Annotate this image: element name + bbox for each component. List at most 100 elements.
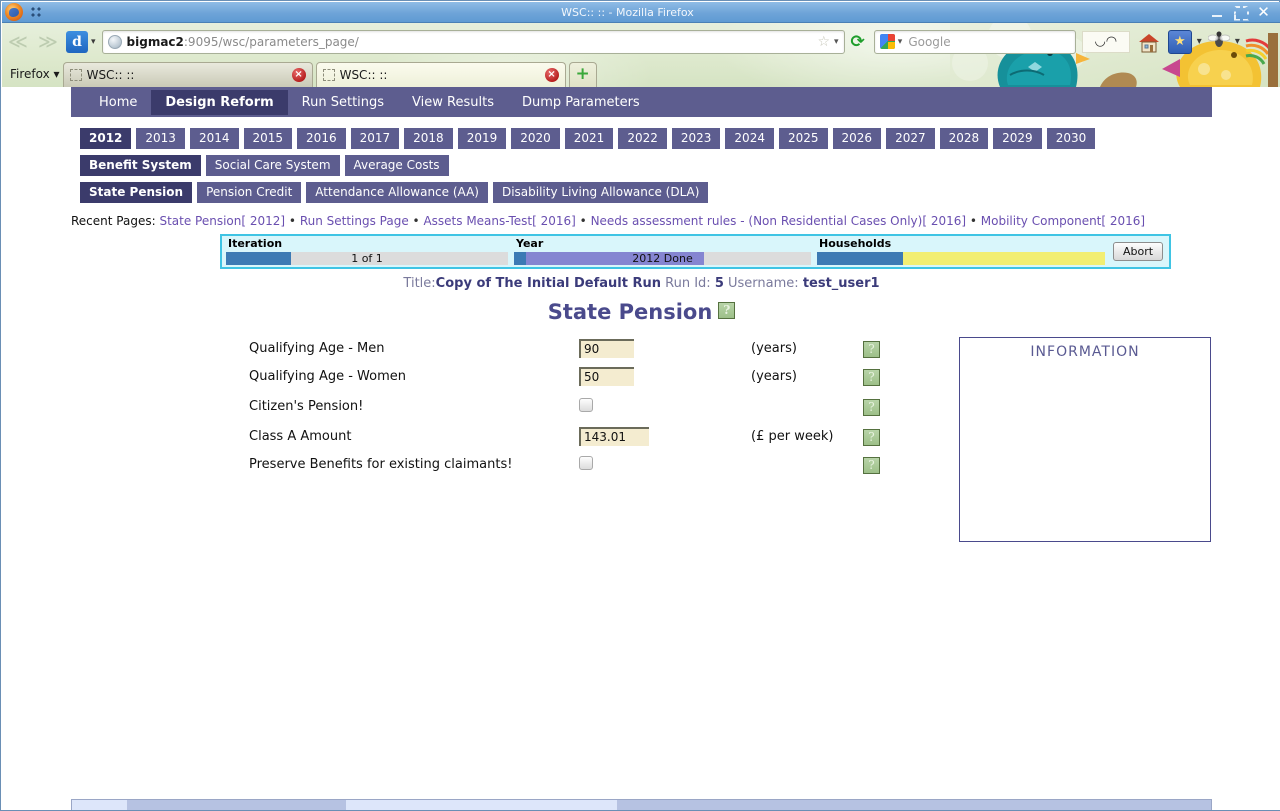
parameter-field	[579, 426, 751, 446]
parameter-input[interactable]	[579, 339, 634, 358]
benefit-tab-attendance-allowance-aa[interactable]: Attendance Allowance (AA)	[306, 182, 488, 203]
progress-households-fill	[817, 252, 903, 265]
year-tab-2028[interactable]: 2028	[940, 128, 989, 149]
year-tab-2012[interactable]: 2012	[80, 128, 131, 149]
help-icon[interactable]: ?	[863, 341, 880, 358]
site-identity-icon[interactable]: d	[66, 31, 88, 53]
search-bar[interactable]: ▾ Google	[874, 30, 1076, 54]
parameter-checkbox[interactable]	[579, 456, 593, 470]
tab-favicon	[70, 69, 82, 81]
chevron-down-icon[interactable]: ▾	[1235, 36, 1240, 47]
tab-close-icon[interactable]: ×	[292, 68, 306, 82]
run-id-label: Run Id:	[665, 276, 711, 291]
benefit-tab-pension-credit[interactable]: Pension Credit	[197, 182, 301, 203]
search-input[interactable]: Google	[908, 35, 950, 49]
year-tab-2019[interactable]: 2019	[458, 128, 507, 149]
navigation-toolbar: ≪ ≫ d ▾ bigmac2:9095/wsc/parameters_page…	[2, 26, 1280, 57]
run-info-line: Title:Copy of The Initial Default Run Ru…	[71, 276, 1212, 291]
recent-page-link[interactable]: State Pension[ 2012]	[159, 214, 285, 228]
nav-item-view-results[interactable]: View Results	[398, 90, 508, 115]
year-tab-2025[interactable]: 2025	[779, 128, 828, 149]
recent-page-link[interactable]: Mobility Component[ 2016]	[981, 214, 1145, 228]
year-tab-2013[interactable]: 2013	[136, 128, 185, 149]
parameter-checkbox[interactable]	[579, 398, 593, 412]
parameter-label: Qualifying Age - Women	[249, 369, 579, 384]
minimize-icon[interactable]	[1211, 6, 1224, 19]
recent-pages: Recent Pages: State Pension[ 2012] • Run…	[71, 214, 1212, 228]
bookmarks-icon[interactable]: ★	[1168, 30, 1192, 54]
year-tab-2029[interactable]: 2029	[993, 128, 1042, 149]
nav-item-run-settings[interactable]: Run Settings	[288, 90, 398, 115]
year-tab-2024[interactable]: 2024	[725, 128, 774, 149]
help-icon[interactable]: ?	[863, 429, 880, 446]
window-buttons: ✕	[1211, 6, 1270, 19]
browser-tab-2[interactable]: WSC:: :: ×	[316, 62, 566, 87]
parameter-help-cell: ?	[863, 397, 893, 416]
parameter-field	[579, 397, 751, 416]
chevron-down-icon[interactable]: ▾	[898, 37, 903, 47]
recent-page-link[interactable]: Needs assessment rules - (Non Residentia…	[591, 214, 967, 228]
page-content: Home Design Reform Run Settings View Res…	[71, 87, 1212, 549]
app-grid-icon[interactable]	[30, 5, 44, 19]
parameter-input[interactable]	[579, 427, 649, 446]
address-bar[interactable]: bigmac2:9095/wsc/parameters_page/ ☆ ▾	[102, 30, 845, 54]
home-icon[interactable]	[1136, 30, 1162, 54]
help-icon[interactable]: ?	[718, 302, 735, 319]
benefit-tab-disability-living-allowance-dla[interactable]: Disability Living Allowance (DLA)	[493, 182, 708, 203]
firefox-menu-label: Firefox	[10, 67, 50, 81]
forward-button[interactable]: ≫	[32, 29, 62, 55]
parameter-unit: (£ per week)	[751, 429, 863, 444]
year-tab-2021[interactable]: 2021	[565, 128, 614, 149]
benefit-tab-state-pension[interactable]: State Pension	[80, 182, 192, 203]
year-tab-2016[interactable]: 2016	[297, 128, 346, 149]
progress-iteration-fill	[226, 252, 291, 265]
parameter-input[interactable]	[579, 367, 634, 386]
browser-tab-1[interactable]: WSC:: :: ×	[63, 62, 313, 87]
new-tab-button[interactable]: +	[569, 62, 597, 87]
back-button[interactable]: ≪	[2, 29, 32, 55]
tab-close-icon[interactable]: ×	[545, 68, 559, 82]
nav-item-design-reform[interactable]: Design Reform	[151, 90, 287, 115]
maximize-icon[interactable]	[1234, 6, 1247, 19]
help-icon[interactable]: ?	[863, 457, 880, 474]
year-tab-2020[interactable]: 2020	[511, 128, 560, 149]
information-panel: INFORMATION	[959, 337, 1211, 542]
year-tab-2030[interactable]: 2030	[1047, 128, 1096, 149]
parameter-row: Qualifying Age - Women(years)?	[249, 362, 893, 390]
year-tab-2026[interactable]: 2026	[833, 128, 882, 149]
recent-pages-separator: •	[576, 214, 591, 228]
reset-panel: Reset : These Items, Only This YearAll I…	[346, 800, 617, 810]
firefox-menu-button[interactable]: Firefox ▾	[10, 67, 60, 81]
help-icon[interactable]: ?	[863, 399, 880, 416]
nav-item-dump-parameters[interactable]: Dump Parameters	[508, 90, 654, 115]
help-icon[interactable]: ?	[863, 369, 880, 386]
progress-iteration-bar: 1 of 1	[226, 252, 508, 265]
reload-icon[interactable]: ⟳	[851, 32, 865, 52]
recent-pages-separator: •	[409, 214, 424, 228]
close-icon[interactable]: ✕	[1257, 6, 1270, 19]
year-tab-2022[interactable]: 2022	[618, 128, 667, 149]
nav-item-home[interactable]: Home	[85, 90, 151, 115]
chevron-down-icon[interactable]: ▾	[1197, 36, 1202, 47]
tab-strip: Firefox ▾ WSC:: :: × WSC:: :: × +	[2, 58, 1280, 87]
find-binoculars-icon[interactable]: ◡◠	[1082, 31, 1130, 53]
recent-page-link[interactable]: Assets Means-Test[ 2016]	[423, 214, 575, 228]
system-tab-social-care-system[interactable]: Social Care System	[206, 155, 340, 176]
system-tab-benefit-system[interactable]: Benefit System	[80, 155, 201, 176]
year-tab-2017[interactable]: 2017	[351, 128, 400, 149]
recent-page-link[interactable]: Run Settings Page	[300, 214, 409, 228]
abort-button[interactable]: Abort	[1113, 242, 1163, 261]
year-tab-2014[interactable]: 2014	[190, 128, 239, 149]
year-tab-2027[interactable]: 2027	[886, 128, 935, 149]
chevron-down-icon[interactable]: ▾	[834, 37, 839, 47]
chevron-down-icon[interactable]: ▾	[91, 37, 96, 47]
year-tab-2018[interactable]: 2018	[404, 128, 453, 149]
bookmark-star-icon[interactable]: ☆	[817, 34, 830, 50]
browser-window: WSC:: :: - Mozilla Firefox ✕	[0, 0, 1280, 811]
system-tab-average-costs[interactable]: Average Costs	[345, 155, 449, 176]
insect-icon[interactable]	[1208, 30, 1230, 54]
year-tab-2015[interactable]: 2015	[244, 128, 293, 149]
parameter-label: Citizen's Pension!	[249, 399, 579, 414]
url-path: :9095/wsc/parameters_page/	[184, 35, 359, 49]
year-tab-2023[interactable]: 2023	[672, 128, 721, 149]
